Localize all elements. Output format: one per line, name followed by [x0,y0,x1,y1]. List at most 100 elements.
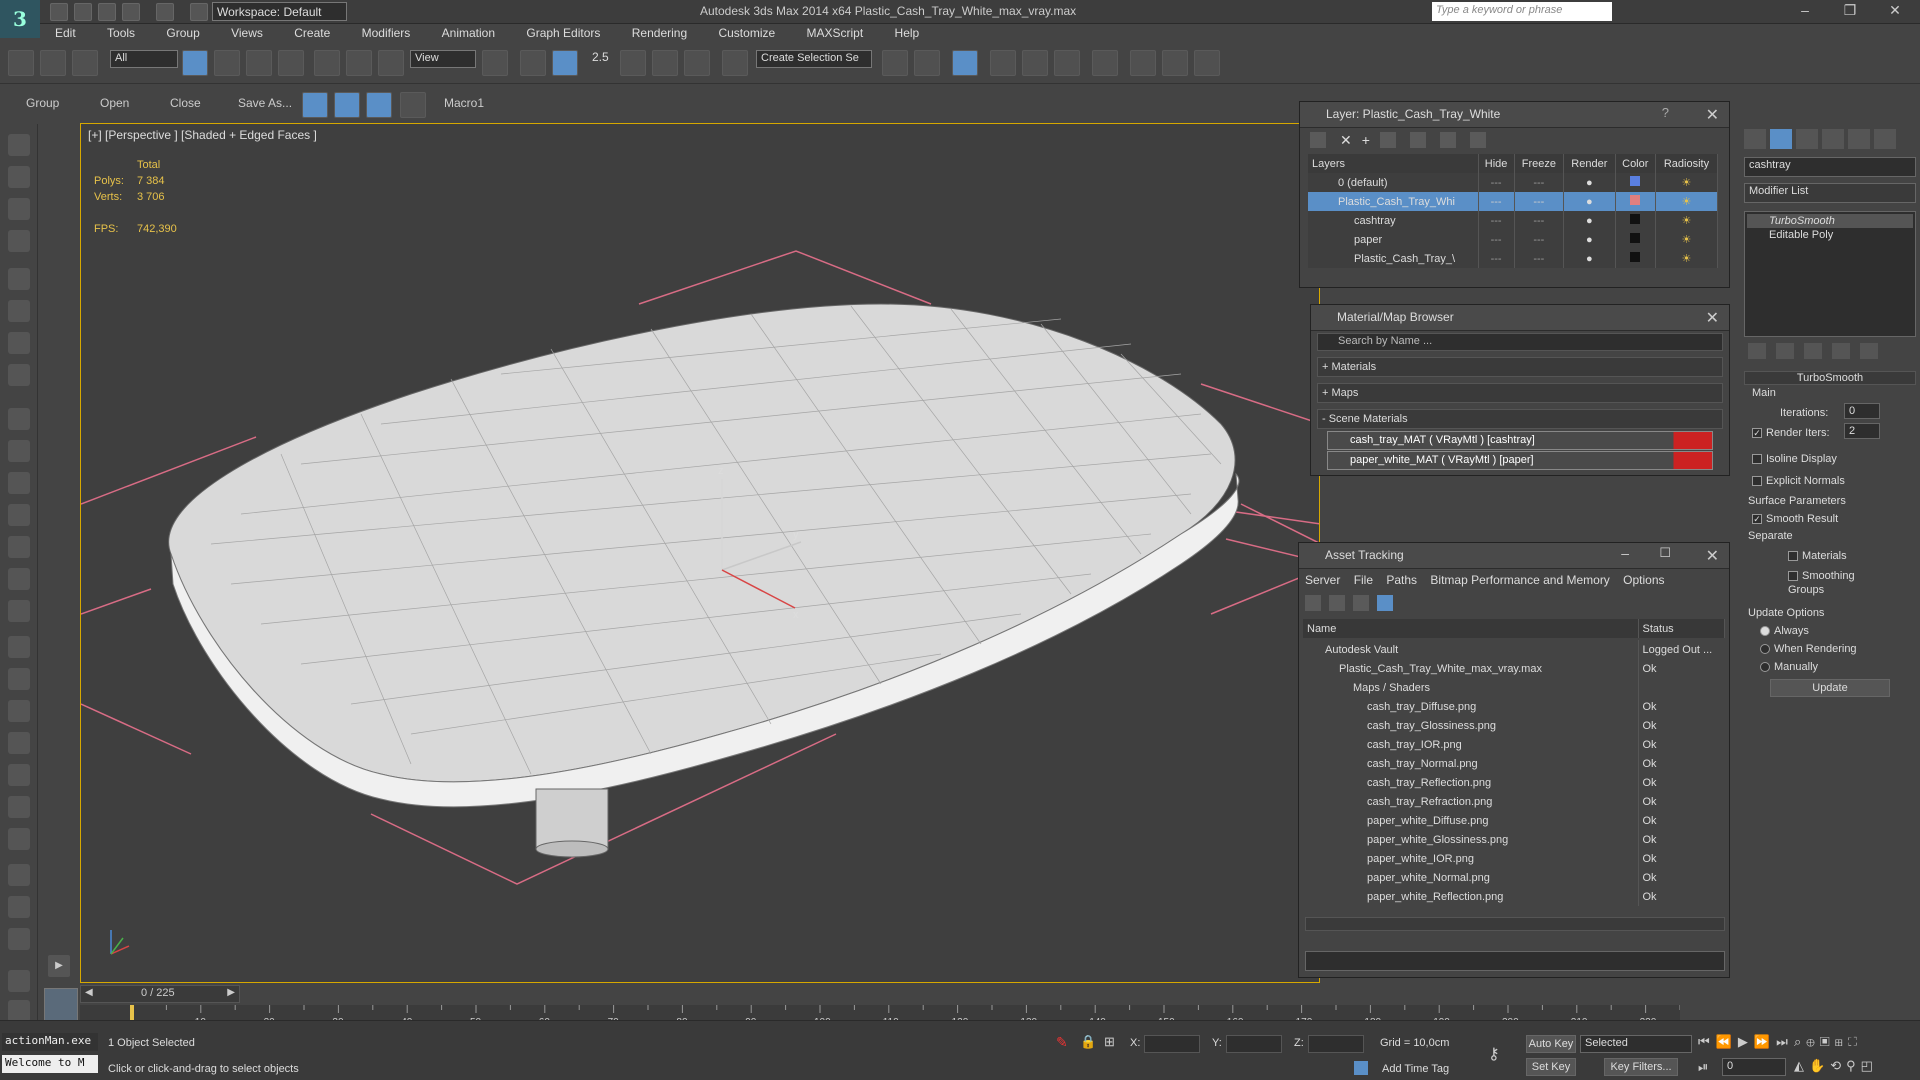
list-view-icon[interactable] [1329,595,1345,611]
asset-row[interactable]: paper_white_Normal.png Ok [1303,868,1725,887]
help-icon[interactable]: ? [1662,105,1669,120]
menu-modifiers[interactable]: Modifiers [362,24,411,42]
redo-icon[interactable] [156,3,174,21]
close-icon[interactable]: ✕ [1706,546,1719,566]
asset-row[interactable]: Autodesk Vault Logged Out ... [1303,640,1725,659]
maxscript-listener-line1[interactable]: actionMan.exe [2,1033,98,1051]
rotate-icon[interactable] [346,50,372,76]
select-by-name-icon[interactable] [214,50,240,76]
radiosity-icon[interactable]: ☀ [1655,192,1719,211]
app-logo-icon[interactable]: 3 [0,0,40,38]
layer-color-swatch[interactable] [1630,252,1641,262]
lt-light-icon[interactable] [8,568,30,590]
hierarchy-tab-icon[interactable] [1796,129,1818,149]
freeze-toggle-icon[interactable]: --- [1514,173,1565,192]
modify-tab-icon[interactable] [1770,129,1792,149]
spinner-snap-icon[interactable] [684,50,710,76]
open-file-icon[interactable] [74,3,92,21]
select-manipulate-icon[interactable] [520,50,546,76]
freeze-all-layers-icon[interactable] [1469,132,1486,148]
hide-all-layers-icon[interactable] [1439,132,1456,148]
asset-menu-options[interactable]: Options [1623,573,1664,587]
render-teapot-icon[interactable]: ● [1563,211,1616,230]
lt-dynamics-icon[interactable] [8,668,30,690]
maximize-icon[interactable]: ☐ [1659,545,1671,561]
perspective-viewport[interactable]: z y x [80,123,1320,983]
layer-row[interactable]: cashtray --- --- ● ☀ [1308,211,1719,230]
col-color[interactable]: Color [1615,154,1656,173]
asset-row[interactable]: cash_tray_Reflection.png Ok [1303,773,1725,792]
highlight-layer-icon[interactable] [1409,132,1426,148]
lt-rig-icon[interactable] [8,700,30,722]
search-input[interactable]: Type a keyword or phrase [1432,2,1612,21]
go-to-end-icon[interactable]: ⏭ [1776,1034,1794,1049]
col-status[interactable]: Status [1638,619,1725,638]
ribbon-open[interactable]: Open [100,96,129,110]
when-rendering-radio[interactable] [1760,643,1770,654]
asset-horizontal-scrollbar[interactable] [1305,917,1725,931]
col-freeze[interactable]: Freeze [1514,154,1565,173]
table-view-icon[interactable] [1377,595,1393,611]
undo-icon[interactable] [122,3,140,21]
angle-snap-icon[interactable] [620,50,646,76]
render-teapot-icon[interactable]: ● [1563,192,1616,211]
radiosity-icon[interactable]: ☀ [1655,230,1719,249]
asset-row[interactable]: cash_tray_IOR.png Ok [1303,735,1725,754]
unlink-icon[interactable] [40,50,66,76]
layer-color-swatch[interactable] [1630,214,1641,224]
maxscript-listener-line2[interactable]: Welcome to M [2,1055,98,1073]
col-layers[interactable]: Layers [1308,154,1479,173]
remove-modifier-icon[interactable] [1832,343,1850,359]
pan-icon[interactable]: ✋ [1809,1058,1830,1073]
iterations-spinner[interactable]: 0 [1844,403,1880,419]
col-hide[interactable]: Hide [1478,154,1515,173]
maximize-viewport-icon[interactable]: ⛶ [1848,1034,1862,1049]
col-radiosity[interactable]: Radiosity [1655,154,1719,173]
materials-checkbox[interactable] [1788,550,1798,561]
material-browser-header[interactable]: Material/Map Browser ✕ [1311,305,1729,331]
material-editor-icon[interactable] [1092,50,1118,76]
lt-tool-4-icon[interactable] [8,230,30,252]
menu-animation[interactable]: Animation [442,24,495,42]
pivot-center-icon[interactable] [482,50,508,76]
zoom-extents-icon[interactable]: ▣ [1820,1034,1835,1049]
time-slider[interactable]: ◀ 0 / 225 ▶ [80,985,240,1003]
col-name[interactable]: Name [1303,619,1639,638]
render-teapot-icon[interactable]: ● [1563,249,1616,268]
stack-item-turbosmooth[interactable]: TurboSmooth [1747,214,1913,228]
graphite-toolbar-icon[interactable] [990,50,1016,76]
set-key-button[interactable]: Set Key [1526,1058,1576,1076]
asset-row[interactable]: paper_white_IOR.png Ok [1303,849,1725,868]
freeze-toggle-icon[interactable]: --- [1514,249,1565,268]
time-tag-icon[interactable] [1354,1061,1368,1075]
viewport-toggle-icon[interactable]: ◰ [1861,1058,1878,1073]
rendered-frame-window-icon[interactable] [1162,50,1188,76]
material-item[interactable]: paper_white_MAT ( VRayMtl ) [paper] [1327,451,1713,470]
menu-edit[interactable]: Edit [55,24,76,42]
asset-row[interactable]: Plastic_Cash_Tray_White_max_vray.max Ok [1303,659,1725,678]
curve-editor-icon[interactable] [1022,50,1048,76]
percent-snap-icon[interactable] [652,50,678,76]
move-icon[interactable] [314,50,340,76]
expand-toolbar-icon[interactable]: ▶ [48,955,70,977]
minimize-icon[interactable]: – [1621,545,1629,561]
asset-row[interactable]: cash_tray_Diffuse.png Ok [1303,697,1725,716]
utilities-tab-icon[interactable] [1874,129,1896,149]
link-icon[interactable] [8,50,34,76]
current-frame-field[interactable]: 0 [1722,1058,1786,1076]
snap-toggle-label[interactable]: 2.5 [592,50,609,64]
project-folder-icon[interactable] [190,3,208,21]
close-icon[interactable]: ✕ [1706,105,1719,125]
lt-tool-2-icon[interactable] [8,166,30,188]
lt-teapot-icon[interactable] [8,928,30,950]
render-setup-icon[interactable] [1130,50,1156,76]
play-icon[interactable]: ▶ [1738,1034,1754,1049]
asset-menu-bitmap[interactable]: Bitmap Performance and Memory [1430,573,1609,587]
workspace-dropdown[interactable]: Workspace: Default [212,2,347,21]
create-tab-icon[interactable] [1744,129,1766,149]
layer-explorer-icon[interactable] [952,50,978,76]
zoom-icon[interactable]: ⌕ [1794,1034,1806,1049]
freeze-toggle-icon[interactable]: --- [1514,230,1565,249]
named-selection-dropdown[interactable]: Create Selection Se [756,50,872,68]
window-crossing-icon[interactable] [278,50,304,76]
